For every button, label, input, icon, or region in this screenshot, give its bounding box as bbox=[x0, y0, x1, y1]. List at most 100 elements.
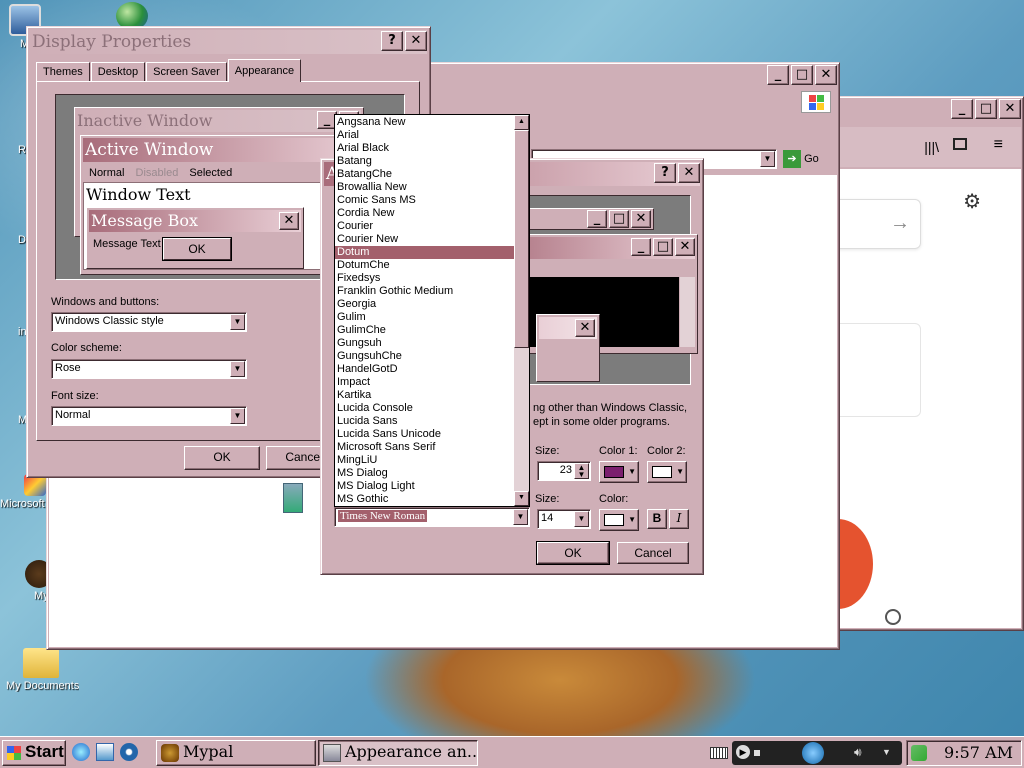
font-list-item[interactable]: BatangChe bbox=[335, 168, 514, 181]
gear-icon[interactable]: ⚙ bbox=[963, 189, 981, 214]
tab-screen-saver[interactable]: Screen Saver bbox=[146, 62, 227, 82]
font-list-item[interactable]: Cordia New bbox=[335, 207, 514, 220]
font-list-item[interactable]: MingLiU bbox=[335, 454, 514, 467]
font-list-item[interactable]: Lucida Sans bbox=[335, 415, 514, 428]
color1-button[interactable]: ▼ bbox=[599, 461, 639, 483]
font-list-item[interactable]: Gulim bbox=[335, 311, 514, 324]
scroll-thumb[interactable] bbox=[514, 130, 529, 348]
italic-button[interactable]: I bbox=[669, 509, 689, 529]
ie-icon[interactable] bbox=[72, 743, 90, 761]
chevron-down-icon[interactable]: ▼ bbox=[230, 314, 245, 330]
taskbar-item-mypal[interactable]: Mypal bbox=[156, 740, 316, 766]
close-button[interactable]: ✕ bbox=[815, 65, 837, 85]
font-list-item[interactable]: Lucida Console bbox=[335, 402, 514, 415]
go-button[interactable]: ➔ Go bbox=[783, 149, 819, 169]
font-list-item[interactable]: Browallia New bbox=[335, 181, 514, 194]
font-list-item[interactable]: GulimChe bbox=[335, 324, 514, 337]
close-button[interactable]: ✕ bbox=[405, 31, 427, 51]
maximize-button[interactable]: □ bbox=[975, 99, 997, 119]
font-list-item[interactable]: Impact bbox=[335, 376, 514, 389]
preview-menu-disabled: Disabled bbox=[135, 167, 179, 179]
network-icon[interactable] bbox=[911, 745, 927, 761]
advanced-ok-button[interactable]: OK bbox=[536, 541, 610, 565]
font-list-item[interactable]: MS Gothic bbox=[335, 493, 514, 506]
font-select[interactable]: Times New Roman ▼ bbox=[334, 507, 530, 527]
font-list-item[interactable]: Angsana New bbox=[335, 116, 514, 129]
chevron-down-icon[interactable]: ▼ bbox=[760, 151, 775, 167]
font-list-item[interactable]: Georgia bbox=[335, 298, 514, 311]
spinner-arrows-icon[interactable]: ▲ ▼ bbox=[574, 463, 589, 479]
scroll-up-icon[interactable]: ▲ bbox=[514, 115, 529, 130]
bold-button[interactable]: B bbox=[647, 509, 667, 529]
media-play-icon[interactable]: ▶ bbox=[736, 745, 750, 759]
clock-icon[interactable] bbox=[885, 609, 901, 625]
keyboard-icon[interactable] bbox=[710, 747, 728, 759]
windows-buttons-select[interactable]: Windows Classic style ▼ bbox=[51, 312, 247, 332]
clock[interactable]: 9:57 AM bbox=[944, 742, 1013, 764]
color2-swatch bbox=[652, 466, 672, 478]
font-list-scrollbar[interactable]: ▲ ▼ bbox=[514, 115, 529, 506]
font-dropdown-list[interactable]: Angsana New Arial Arial Black Batang BatangC… bbox=[334, 114, 530, 507]
font-list-item[interactable]: Kartika bbox=[335, 389, 514, 402]
font-list-item[interactable]: Arial Black bbox=[335, 142, 514, 155]
media-player-icon[interactable] bbox=[120, 743, 138, 761]
sidebar-icon[interactable] bbox=[953, 138, 967, 150]
font-size-select[interactable]: Normal ▼ bbox=[51, 406, 247, 426]
font-size-select[interactable]: 14 ▼ bbox=[537, 509, 591, 529]
arrow-right-icon[interactable]: → bbox=[890, 212, 910, 235]
advanced-cancel-button[interactable]: Cancel bbox=[617, 542, 689, 564]
chevron-down-icon[interactable]: ▼ bbox=[513, 509, 528, 525]
font-list-item[interactable]: Gungsuh bbox=[335, 337, 514, 350]
media-main-play-icon[interactable] bbox=[802, 742, 824, 764]
tab-appearance[interactable]: Appearance bbox=[227, 59, 302, 82]
font-list-item[interactable]: Dotum bbox=[335, 246, 514, 259]
control-panel-icon[interactable] bbox=[283, 483, 303, 513]
font-list-item[interactable]: Fixedsys bbox=[335, 272, 514, 285]
chevron-down-icon[interactable]: ▼ bbox=[230, 361, 245, 377]
color2-button[interactable]: ▼ bbox=[647, 461, 687, 483]
outlook-icon[interactable] bbox=[96, 743, 114, 761]
desktop-icon[interactable]: My Documents bbox=[6, 648, 79, 692]
font-color-button[interactable]: ▼ bbox=[599, 509, 639, 531]
volume-icon[interactable]: 🔊︎ bbox=[854, 745, 862, 760]
font-list-item[interactable]: MS Dialog Light bbox=[335, 480, 514, 493]
chevron-down-icon[interactable]: ▼ bbox=[230, 408, 245, 424]
font-list-item[interactable]: Arial bbox=[335, 129, 514, 142]
library-icon[interactable]: |||\ bbox=[924, 139, 939, 155]
help-button[interactable]: ? bbox=[654, 163, 676, 183]
font-list-item[interactable]: DotumChe bbox=[335, 259, 514, 272]
font-list-item[interactable]: Batang bbox=[335, 155, 514, 168]
color-scheme-select[interactable]: Rose ▼ bbox=[51, 359, 247, 379]
font-list-item[interactable]: Courier bbox=[335, 220, 514, 233]
font-list-item[interactable]: MS Dialog bbox=[335, 467, 514, 480]
maximize-icon: □ bbox=[653, 238, 673, 256]
item-size-spinner[interactable]: 23 ▲ ▼ bbox=[537, 461, 591, 481]
minimize-button[interactable]: _ bbox=[767, 65, 789, 85]
taskbar-item-appearance[interactable]: Appearance an... bbox=[318, 740, 478, 766]
close-button[interactable]: ✕ bbox=[678, 163, 700, 183]
media-toolbar[interactable]: ▶ 🔊︎ ▼ bbox=[732, 741, 902, 765]
maximize-button[interactable]: □ bbox=[791, 65, 813, 85]
dp-ok-button[interactable]: OK bbox=[184, 446, 260, 470]
display-properties-titlebar[interactable]: Display Properties ? ✕ bbox=[30, 30, 427, 54]
menu-icon[interactable]: ≡ bbox=[994, 136, 1003, 154]
close-button[interactable]: ✕ bbox=[999, 99, 1021, 119]
chevron-down-icon[interactable]: ▼ bbox=[882, 747, 891, 757]
tab-themes[interactable]: Themes bbox=[36, 62, 90, 82]
font-list-item[interactable]: GungsuhChe bbox=[335, 350, 514, 363]
font-list-item[interactable]: Franklin Gothic Medium bbox=[335, 285, 514, 298]
dp-tabs: Themes Desktop Screen Saver Appearance bbox=[36, 59, 302, 82]
close-icon: ✕ bbox=[575, 319, 595, 337]
help-button[interactable]: ? bbox=[381, 31, 403, 51]
media-stop-icon[interactable] bbox=[754, 750, 760, 756]
font-list-item[interactable]: Lucida Sans Unicode bbox=[335, 428, 514, 441]
font-list-item[interactable]: HandelGotD bbox=[335, 363, 514, 376]
minimize-button[interactable]: _ bbox=[951, 99, 973, 119]
chevron-down-icon[interactable]: ▼ bbox=[574, 511, 589, 527]
tab-desktop[interactable]: Desktop bbox=[90, 62, 146, 82]
font-list-item[interactable]: Microsoft Sans Serif bbox=[335, 441, 514, 454]
start-button[interactable]: Start bbox=[2, 740, 66, 766]
font-list-item[interactable]: Comic Sans MS bbox=[335, 194, 514, 207]
font-list-item[interactable]: Courier New bbox=[335, 233, 514, 246]
scroll-down-icon[interactable]: ▼ bbox=[514, 491, 529, 506]
